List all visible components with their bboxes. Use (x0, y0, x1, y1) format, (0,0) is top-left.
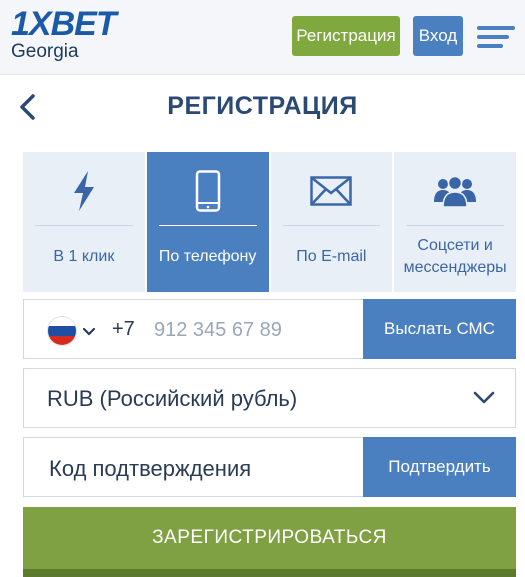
tab-divider (406, 225, 504, 226)
lightning-icon (23, 170, 145, 212)
tab-one-click[interactable]: В 1 клик (23, 152, 145, 292)
tab-divider (35, 225, 133, 226)
top-header: 1XBET Georgia Регистрация Вход (0, 0, 525, 75)
phone-icon (147, 170, 269, 212)
send-sms-button[interactable]: Выслать СМС (363, 299, 516, 359)
registration-method-tabs: В 1 клик По телефону По E-mail Соцсети и… (23, 152, 516, 292)
tab-divider (158, 225, 257, 226)
logo-text: 1XBET (11, 5, 117, 43)
russia-flag-icon[interactable] (47, 316, 77, 346)
logo-region: Georgia (11, 41, 79, 62)
logo[interactable]: 1XBET Georgia (11, 5, 117, 62)
tab-social[interactable]: Соцсети и мессенджеры (394, 152, 516, 292)
tab-label: По E-mail (296, 248, 367, 265)
phone-field: +7 Выслать СМС (23, 299, 516, 359)
phone-input[interactable] (152, 313, 356, 347)
header-login-button[interactable]: Вход (413, 16, 463, 56)
users-icon (394, 170, 516, 212)
envelope-icon (271, 170, 393, 212)
currency-select[interactable]: RUB (Российский рубль) (23, 368, 516, 428)
register-submit-button[interactable]: ЗАРЕГИСТРИРОВАТЬСЯ (23, 507, 516, 577)
chevron-down-icon (473, 391, 495, 405)
page-title: РЕГИСТРАЦИЯ (167, 92, 358, 120)
tab-divider (282, 225, 381, 226)
confirmation-code-field: Подтвердить (23, 437, 516, 497)
tab-label: Соцсети и мессенджеры (403, 237, 507, 276)
confirm-button[interactable]: Подтвердить (363, 437, 516, 497)
header-register-button[interactable]: Регистрация (292, 16, 400, 56)
chevron-down-icon[interactable] (82, 324, 96, 336)
tab-label: В 1 клик (53, 248, 115, 265)
tab-by-phone[interactable]: По телефону (146, 152, 269, 292)
currency-selected-value: RUB (Российский рубль) (47, 386, 298, 411)
hamburger-menu-icon[interactable] (477, 26, 515, 48)
tab-by-email[interactable]: По E-mail (270, 152, 393, 292)
confirmation-code-input[interactable] (47, 451, 351, 487)
phone-country-code: +7 (112, 318, 135, 340)
tab-label: По телефону (158, 248, 257, 265)
